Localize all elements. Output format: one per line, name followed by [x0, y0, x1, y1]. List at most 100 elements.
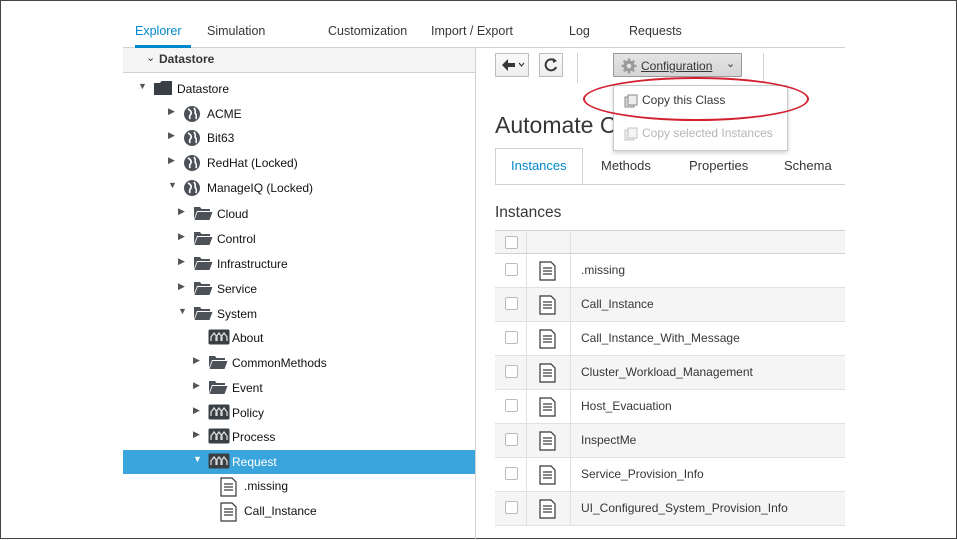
- caret-right-icon[interactable]: ▶: [193, 355, 203, 366]
- folder-open-icon: [193, 205, 213, 222]
- chevron-down-icon: ⌄: [146, 52, 156, 64]
- row-check-cell: [495, 458, 527, 491]
- caret-right-icon[interactable]: ▶: [178, 206, 188, 217]
- tab-simulation[interactable]: Simulation: [207, 24, 265, 38]
- table-row[interactable]: Call_Instance: [495, 288, 845, 322]
- caret-right-icon[interactable]: ▶: [168, 130, 178, 141]
- tab-schema[interactable]: Schema: [784, 158, 832, 173]
- table-row[interactable]: Host_Evacuation: [495, 390, 845, 424]
- datastore-tree: ▼ Datastore ▶ ACME ▶ Bit63 ▶ RedHat (Locked) ▼ Ma…: [123, 73, 476, 540]
- gear-icon: [621, 58, 637, 74]
- tab-requests[interactable]: Requests: [629, 24, 682, 38]
- arrow-left-icon: [502, 59, 525, 71]
- tree-item[interactable]: ▶ Control: [123, 227, 475, 251]
- tree-item-label: RedHat (Locked): [207, 156, 298, 170]
- configuration-button[interactable]: Configuration ⌄: [613, 53, 742, 77]
- caret-right-icon[interactable]: ▶: [178, 256, 188, 267]
- caret-down-icon[interactable]: ▼: [178, 306, 188, 316]
- tree-item[interactable]: ▼ Request: [123, 450, 475, 474]
- row-icon-cell: [526, 356, 571, 389]
- accordion-title: Datastore: [159, 52, 215, 66]
- table-row[interactable]: .missing: [495, 254, 845, 288]
- tree-item[interactable]: .missing: [123, 474, 475, 498]
- row-checkbox[interactable]: [505, 501, 518, 514]
- datastore-accordion-header[interactable]: ⌄ Datastore: [123, 48, 476, 73]
- tree-item[interactable]: ▶ Service: [123, 277, 475, 301]
- class-icon: [208, 453, 230, 470]
- row-checkbox[interactable]: [505, 263, 518, 276]
- caret-down-icon[interactable]: ▼: [138, 81, 148, 91]
- table-row[interactable]: Call_Instance_With_Message: [495, 322, 845, 356]
- tree-item-label: System: [217, 307, 258, 321]
- document-icon: [539, 499, 556, 524]
- instance-name: Service_Provision_Info: [581, 467, 704, 481]
- caret-right-icon[interactable]: ▶: [168, 155, 178, 166]
- copy-selected-instances-label: Copy selected Instances: [642, 126, 773, 140]
- row-check-cell: [495, 356, 527, 389]
- tree-item[interactable]: ▶ Process: [123, 425, 475, 449]
- tree-item[interactable]: Call_Instance: [123, 499, 475, 523]
- tree-item[interactable]: ▶ Cloud: [123, 202, 475, 226]
- instances-table: .missing Call_Instance Call_Instance_With_…: [495, 230, 845, 526]
- tree-item[interactable]: ▶ CommonMethods: [123, 351, 475, 375]
- instances-heading: Instances: [495, 204, 562, 221]
- caret-down-icon[interactable]: ▼: [168, 180, 178, 190]
- screenshot-frame: Explorer Simulation Customization Import…: [0, 0, 957, 540]
- tree-item[interactable]: ▶ Infrastructure: [123, 252, 475, 276]
- tree-item[interactable]: ▶ Bit63: [123, 126, 475, 150]
- tab-explorer[interactable]: Explorer: [135, 24, 182, 38]
- tree-item[interactable]: ▼ System: [123, 302, 475, 326]
- tree-item[interactable]: ▶ Policy: [123, 401, 475, 425]
- tree-item[interactable]: About: [123, 326, 475, 350]
- caret-right-icon[interactable]: ▶: [193, 429, 203, 440]
- tree-item-label: Infrastructure: [217, 257, 288, 271]
- document-icon: [539, 465, 556, 490]
- tree-item-label: Event: [232, 381, 263, 395]
- class-icon: [208, 404, 230, 421]
- tree-item[interactable]: ▼ ManageIQ (Locked): [123, 176, 475, 200]
- row-checkbox[interactable]: [505, 433, 518, 446]
- document-icon: [539, 295, 556, 320]
- row-checkbox[interactable]: [505, 331, 518, 344]
- tab-methods[interactable]: Methods: [601, 158, 651, 173]
- tree-item[interactable]: ▶ RedHat (Locked): [123, 151, 475, 175]
- row-icon-cell: [526, 492, 571, 525]
- row-checkbox[interactable]: [505, 297, 518, 310]
- folder-dark-icon: [153, 80, 173, 97]
- refresh-button[interactable]: [539, 53, 563, 77]
- table-row[interactable]: UI_Configured_System_Provision_Info: [495, 492, 845, 526]
- chevron-down-icon: ⌄: [726, 58, 736, 70]
- document-icon: [220, 477, 240, 497]
- select-all-checkbox[interactable]: [505, 236, 518, 249]
- caret-down-icon[interactable]: ▼: [193, 454, 203, 464]
- caret-right-icon[interactable]: ▶: [178, 281, 188, 292]
- folder-open-icon: [208, 379, 228, 396]
- tab-instances[interactable]: Instances: [511, 158, 567, 173]
- back-button[interactable]: [495, 53, 529, 77]
- tab-properties[interactable]: Properties: [689, 158, 748, 173]
- class-icon: [208, 329, 230, 346]
- caret-right-icon[interactable]: ▶: [193, 405, 203, 416]
- folder-open-icon: [193, 255, 213, 272]
- table-row[interactable]: Service_Provision_Info: [495, 458, 845, 492]
- document-icon: [539, 431, 556, 456]
- row-check-cell: [495, 390, 527, 423]
- row-icon-cell: [526, 254, 571, 287]
- table-row[interactable]: Cluster_Workload_Management: [495, 356, 845, 390]
- caret-right-icon[interactable]: ▶: [168, 106, 178, 117]
- document-icon: [220, 502, 240, 522]
- tree-item[interactable]: ▼ Datastore: [123, 77, 475, 101]
- row-checkbox[interactable]: [505, 467, 518, 480]
- folder-open-icon: [193, 305, 213, 322]
- tree-item[interactable]: ▶ ACME: [123, 102, 475, 126]
- tab-import-export[interactable]: Import / Export: [431, 24, 513, 38]
- tree-item[interactable]: ▶ Event: [123, 376, 475, 400]
- row-checkbox[interactable]: [505, 365, 518, 378]
- tab-log[interactable]: Log: [569, 24, 590, 38]
- tab-customization[interactable]: Customization: [328, 24, 407, 38]
- caret-right-icon[interactable]: ▶: [193, 380, 203, 391]
- row-checkbox[interactable]: [505, 399, 518, 412]
- document-icon: [539, 397, 556, 422]
- table-row[interactable]: InspectMe: [495, 424, 845, 458]
- caret-right-icon[interactable]: ▶: [178, 231, 188, 242]
